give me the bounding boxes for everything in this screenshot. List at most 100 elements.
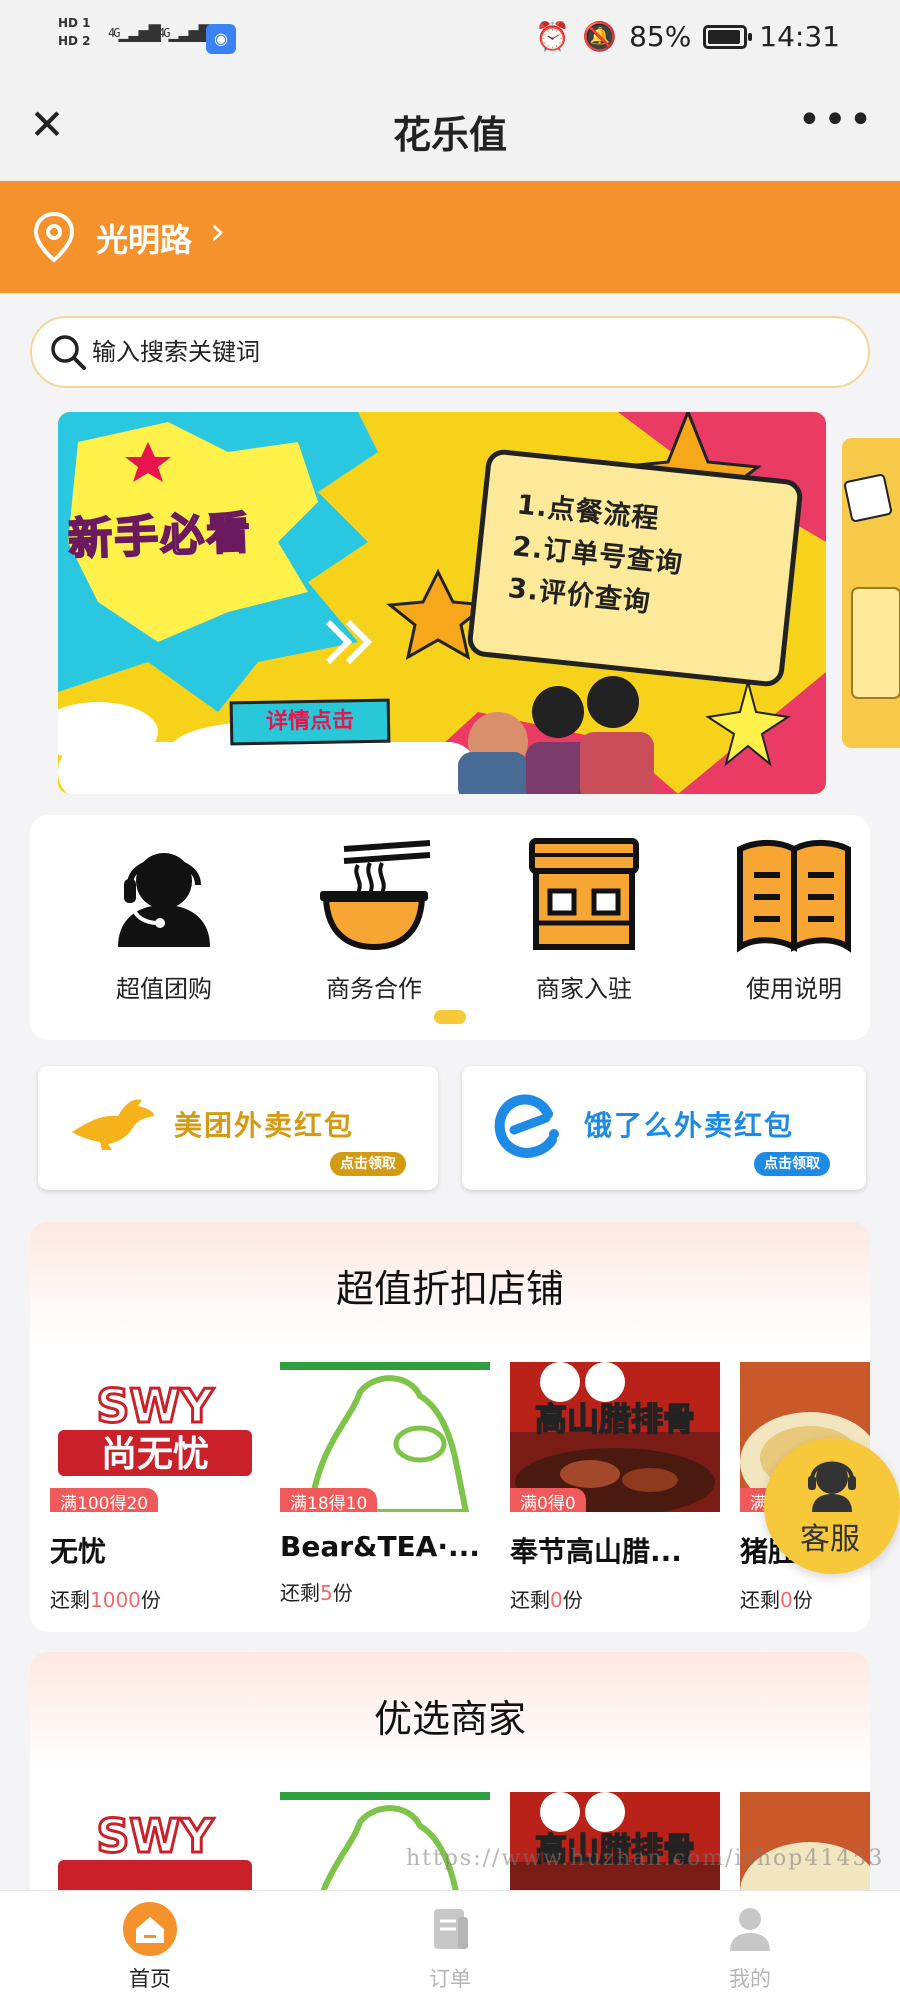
tab-label: 首页 <box>129 1967 171 1991</box>
user-icon <box>730 1908 770 1951</box>
quick-link-business[interactable]: 商务合作 <box>274 835 474 1005</box>
location-bar[interactable]: 光明路 › <box>0 181 900 293</box>
sim1-label: HD 1 <box>58 16 91 30</box>
banner-title: 新手必看 <box>66 507 254 566</box>
quick-link-label: 超值团购 <box>116 975 212 1003</box>
shop-stock-count: 0 <box>550 1588 563 1612</box>
shop-stock-prefix: 还剩 <box>50 1588 90 1612</box>
shop-logo-subtitle: 尚无忧 <box>101 1434 209 1475</box>
search-input[interactable] <box>92 318 832 386</box>
alarm-icon: ⏰ <box>535 20 571 53</box>
status-bar: HD 1 HD 2 4G▁▂▄▆ 4G▁▂▄▆ ◉ ⏰ 🔕 85% 14:31 <box>0 0 900 76</box>
headset-icon <box>808 1461 856 1512</box>
signal2-label: 4G <box>158 26 171 40</box>
banner-detail-button[interactable]: 详情点击 <box>229 698 391 746</box>
preferred-merchants-section: 优选商家 SWY 高山腊排骨 <box>30 1652 870 1912</box>
book-icon <box>737 840 851 953</box>
shop-stock-count: 0 <box>780 1588 793 1612</box>
shop-stock-suffix: 份 <box>140 1588 161 1612</box>
eleme-icon <box>494 1094 559 1158</box>
tab-profile[interactable]: 我的 <box>670 1901 830 1993</box>
meituan-red-packet-card[interactable]: 美团外卖红包 点击领取 <box>38 1066 438 1190</box>
shop-name: Bear&TEA·... <box>280 1530 480 1563</box>
sim-indicators: HD 1 HD 2 <box>58 14 91 50</box>
page-title: 花乐值 <box>392 113 507 157</box>
shop-card[interactable]: SWY 尚无忧 满100得20 无忧 还剩1000份 <box>50 1362 260 1613</box>
watermark: https://www.huzhan.com/ishop41453 <box>406 1846 885 1871</box>
red-packet-title: 美团外卖红包 <box>174 1109 355 1142</box>
red-packet-title: 饿了么外卖红包 <box>584 1109 795 1142</box>
banner-carousel[interactable]: 新手必看 1.点餐流程 2.订单号查询 3.评价查询 详情点击 <box>58 412 826 794</box>
sim2-label: HD 2 <box>58 34 91 48</box>
banner-info-card: 1.点餐流程 2.订单号查询 3.评价查询 <box>466 447 804 689</box>
shop-stock: 还剩5份 <box>280 1577 490 1606</box>
signal-icon: 4G▁▂▄▆ <box>108 18 161 42</box>
status-right: ⏰ 🔕 85% 14:31 <box>535 20 840 53</box>
shop-stock-suffix: 份 <box>562 1588 583 1612</box>
section-title: 优选商家 <box>373 1697 526 1741</box>
more-icon[interactable]: ••• <box>796 100 876 146</box>
shop-card[interactable]: 满18得10 Bear&TEA·... 还剩5份 <box>280 1362 490 1606</box>
section-title: 超值折扣店铺 <box>335 1267 564 1311</box>
shop-stock-prefix: 还剩 <box>510 1588 550 1612</box>
shop-image: 高山腊排骨 满0得0 <box>510 1362 720 1512</box>
shop-card[interactable]: 高山腊排骨 满0得0 奉节高山腊... 还剩0份 <box>510 1362 720 1613</box>
customer-service-button[interactable]: 客服 <box>764 1438 900 1574</box>
quick-link-group-buy[interactable]: 超值团购 <box>64 835 264 1005</box>
order-icon <box>434 1909 468 1949</box>
chevron-right-icon: › <box>210 209 226 253</box>
discount-badge: 满100得20 <box>50 1488 159 1512</box>
shop-stock-suffix: 份 <box>332 1581 353 1605</box>
discount-badge: 满18得10 <box>280 1488 378 1512</box>
shop-logo-text: SWY <box>96 1379 214 1433</box>
page-indicator <box>434 1010 466 1024</box>
storefront-icon <box>529 838 639 950</box>
noodle-bowl-icon <box>320 840 431 951</box>
claim-button[interactable]: 点击领取 <box>754 1152 830 1176</box>
search-icon <box>51 335 86 370</box>
tab-label: 我的 <box>729 1967 771 1991</box>
mute-icon: 🔕 <box>582 20 618 53</box>
quick-link-label: 商家入驻 <box>536 975 632 1003</box>
shop-stock: 还剩0份 <box>510 1584 720 1613</box>
battery-icon <box>703 24 753 49</box>
quick-links-card: 超值团购 商务合作 商家入驻 使用说明 <box>30 815 870 1040</box>
clock: 14:31 <box>759 20 840 53</box>
shop-logo-text: SWY <box>96 1809 214 1863</box>
tab-label: 订单 <box>429 1967 471 1991</box>
shop-image: SWY 尚无忧 满100得20 <box>50 1362 260 1512</box>
eleme-red-packet-card[interactable]: 饿了么外卖红包 点击领取 <box>462 1066 866 1190</box>
battery-percent: 85% <box>629 20 692 53</box>
shop-name: 奉节高山腊... <box>510 1535 682 1568</box>
shop-stock-suffix: 份 <box>792 1588 813 1612</box>
quick-link-label: 使用说明 <box>746 975 842 1003</box>
shop-photo-text: 高山腊排骨 <box>535 1400 695 1438</box>
shop-stock: 还剩0份 <box>740 1584 870 1613</box>
tab-orders[interactable]: 订单 <box>370 1901 530 1993</box>
shop-stock-prefix: 还剩 <box>740 1588 780 1612</box>
app-notification-icon: ◉ <box>206 24 236 54</box>
discount-badge: 满0得0 <box>510 1488 586 1512</box>
shop-stock: 还剩1000份 <box>50 1584 260 1613</box>
quick-link-label: 商务合作 <box>326 975 422 1003</box>
signal1-label: 4G <box>108 26 121 40</box>
search-bar <box>30 316 870 388</box>
customer-service-icon <box>118 853 210 947</box>
shop-stock-count: 5 <box>320 1581 333 1605</box>
bottom-tab-bar: 首页 订单 我的 <box>0 1890 900 2000</box>
shop-name: 无忧 <box>50 1535 107 1568</box>
home-icon <box>123 1902 177 1956</box>
location-pin-icon <box>33 211 75 263</box>
discount-shops-section: 超值折扣店铺 SWY 尚无忧 满100得20 无忧 还剩1000份 满18得10… <box>30 1222 870 1632</box>
tab-home[interactable]: 首页 <box>70 1901 230 1993</box>
quick-link-instructions[interactable]: 使用说明 <box>694 835 894 1005</box>
kangaroo-icon <box>72 1099 154 1150</box>
shop-stock-count: 1000 <box>90 1588 141 1612</box>
banner-next-art <box>842 438 900 748</box>
shop-image: 满18得10 <box>280 1362 490 1512</box>
banner-next-preview[interactable] <box>842 438 900 748</box>
location-name: 光明路 <box>96 221 193 259</box>
quick-link-merchant-join[interactable]: 商家入驻 <box>484 835 684 1005</box>
signal-icon: 4G▁▂▄▆ <box>158 18 211 42</box>
claim-button[interactable]: 点击领取 <box>330 1152 406 1176</box>
